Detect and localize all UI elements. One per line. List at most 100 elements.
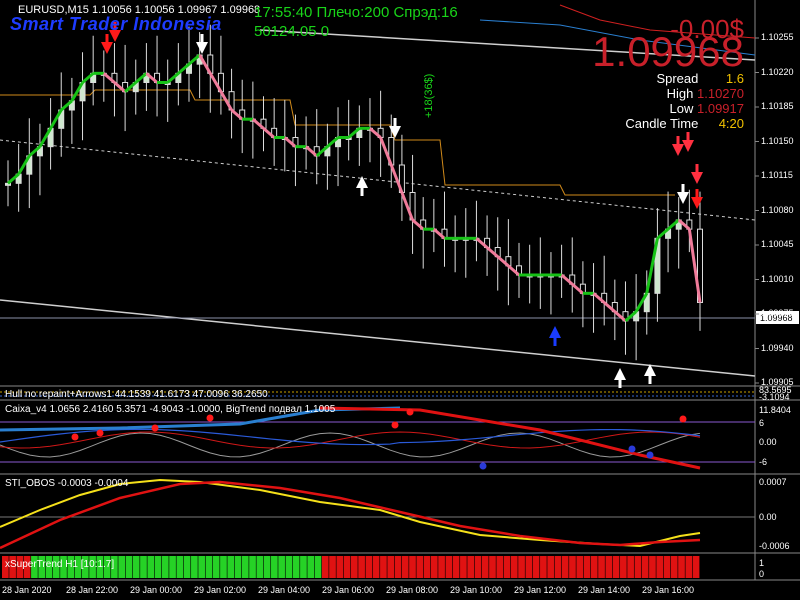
bigtrend-sub-red <box>319 406 701 470</box>
xsupertrend-bar <box>670 556 678 578</box>
xsupertrend-bar <box>394 556 402 578</box>
xsupertrend-bar <box>467 556 475 578</box>
xsupertrend-bar <box>503 556 511 578</box>
time-tick-label: 29 Jan 08:00 <box>386 585 439 595</box>
time-tick-label: 29 Jan 14:00 <box>578 585 631 595</box>
price-tick-label: 1.09940 <box>761 342 794 353</box>
xsupertrend-bar <box>372 556 380 578</box>
caixa-signal-dot <box>391 421 399 429</box>
xsupertrend-bar <box>620 556 627 578</box>
pips-annotation: +18(36$) <box>423 74 435 118</box>
info-spread: Spread 1.6 <box>656 71 744 86</box>
xsupertrend-bar <box>278 556 285 578</box>
xsupertrend-bar <box>525 556 533 578</box>
xsupertrend-bar <box>401 556 409 578</box>
caixa-scale-top: 11.8404 <box>759 405 791 415</box>
sti-indicator-label: STI_OBOS -0.0003 -0.0004 <box>5 478 129 489</box>
sti-scale-top: 0.0007 <box>759 477 787 487</box>
xsupertrend-bar <box>358 556 365 578</box>
xsupertrend-bar <box>409 556 416 578</box>
caixa-signal-dot <box>479 462 487 470</box>
caixa-signal-dot <box>646 451 654 459</box>
caixa-signal-dot <box>71 433 79 441</box>
xsupertrend-bar <box>576 556 584 578</box>
price-tick-label: 1.10220 <box>761 66 794 77</box>
arrows-scale-bottom: -3.1094 <box>759 392 790 402</box>
xsupertrend-bar <box>329 556 336 578</box>
xsupertrend-bar <box>590 556 598 578</box>
price-tick-label: 1.10010 <box>761 273 794 284</box>
caixa-signal-dot <box>151 424 159 432</box>
xsupertrend-bar <box>547 556 554 578</box>
time-tick-label: 29 Jan 16:00 <box>642 585 695 595</box>
xsupertrend-bar <box>678 556 685 578</box>
xsupertrend-bar <box>627 556 634 578</box>
xsupertrend-bar <box>191 556 198 578</box>
xsupertrend-bar <box>365 556 373 578</box>
time-tick-label: 29 Jan 04:00 <box>258 585 311 595</box>
xsupertrend-bar <box>343 556 351 578</box>
xsupertrend-bar <box>496 556 504 578</box>
xsupertrend-bar <box>692 556 700 578</box>
channel-lower-line <box>0 299 756 377</box>
xsupertrend-bar <box>161 556 169 578</box>
xsupertrend-bar <box>510 556 518 578</box>
xsupertrend-bar <box>518 556 525 578</box>
xsupertrend-bar <box>569 556 576 578</box>
xsupertrend-bar <box>263 556 271 578</box>
xsupertrend-bar <box>540 556 547 578</box>
xsupertrend-bar <box>336 556 344 578</box>
caixa-signal-dot <box>206 414 214 422</box>
xsuper-indicator-label: xSuperTrend H1 [10:1.7] <box>5 559 115 570</box>
caixa-indicator-label: Caixa_v4 1.0656 2.4160 5.3571 -4.9043 -1… <box>5 404 336 415</box>
xsupertrend-bar <box>380 556 387 578</box>
xsupertrend-bar <box>641 556 649 578</box>
time-tick-label: 28 Jan 2020 <box>2 585 52 595</box>
info-candle-time: Candle Time 4:20 <box>625 116 744 131</box>
xsupertrend-bar <box>612 556 620 578</box>
sti-scale-bottom: -0.0006 <box>759 541 790 551</box>
xsupertrend-bar <box>416 556 424 578</box>
arrows-indicator-label: Hull no repaint+Arrows1 44.1539 41.6173 … <box>5 389 268 400</box>
info-low: Low 1.09917 <box>669 101 744 116</box>
xsupertrend-bar <box>169 556 176 578</box>
xsupertrend-bar <box>227 556 235 578</box>
xsupertrend-bar <box>249 556 256 578</box>
balance-line: 50124.05 0 <box>254 23 330 40</box>
caixa-scale-6: 6 <box>759 418 765 428</box>
time-tick-label: 29 Jan 06:00 <box>322 585 375 595</box>
xsupertrend-bar <box>598 556 605 578</box>
price-tick-label: 1.10255 <box>761 32 794 42</box>
xsupertrend-bar <box>663 556 671 578</box>
brand-watermark: Smart Trader Indonesia <box>10 14 222 34</box>
xsupertrend-bar <box>634 556 642 578</box>
price-tick-label: 1.10185 <box>761 101 794 111</box>
time-tick-label: 29 Jan 02:00 <box>194 585 247 595</box>
price-tick-label: 1.10045 <box>761 239 794 249</box>
caixa-red-line <box>0 431 701 449</box>
xsupertrend-bar <box>271 556 278 578</box>
caixa-scale-0: 0.00 <box>759 437 777 447</box>
price-tick-label: 1.10080 <box>761 204 794 215</box>
price-tick-label: 1.10115 <box>761 170 793 180</box>
xsupertrend-bar <box>154 556 162 578</box>
caixa-signal-dot <box>96 429 104 437</box>
time-tick-label: 29 Jan 12:00 <box>514 585 567 595</box>
big-price: 1.09968 <box>592 28 744 75</box>
xsuper-scale-1: 1 <box>759 558 765 568</box>
xsupertrend-bar <box>474 556 482 578</box>
xsupertrend-bar <box>452 556 460 578</box>
xsupertrend-bar <box>554 556 562 578</box>
xsupertrend-bar <box>423 556 431 578</box>
xsupertrend-bar <box>314 556 322 578</box>
xsupertrend-bar <box>460 556 467 578</box>
caixa-signal-dot <box>679 415 687 423</box>
price-tick-label: 1.10150 <box>761 135 794 146</box>
sti-fast-line <box>0 478 701 548</box>
xsupertrend-bar <box>532 556 540 578</box>
xsupertrend-bar <box>351 556 358 578</box>
xsupertrend-bar <box>300 556 307 578</box>
xsupertrend-bar <box>387 556 395 578</box>
time-tick-label: 29 Jan 00:00 <box>130 585 183 595</box>
xsupertrend-bar <box>656 556 664 578</box>
